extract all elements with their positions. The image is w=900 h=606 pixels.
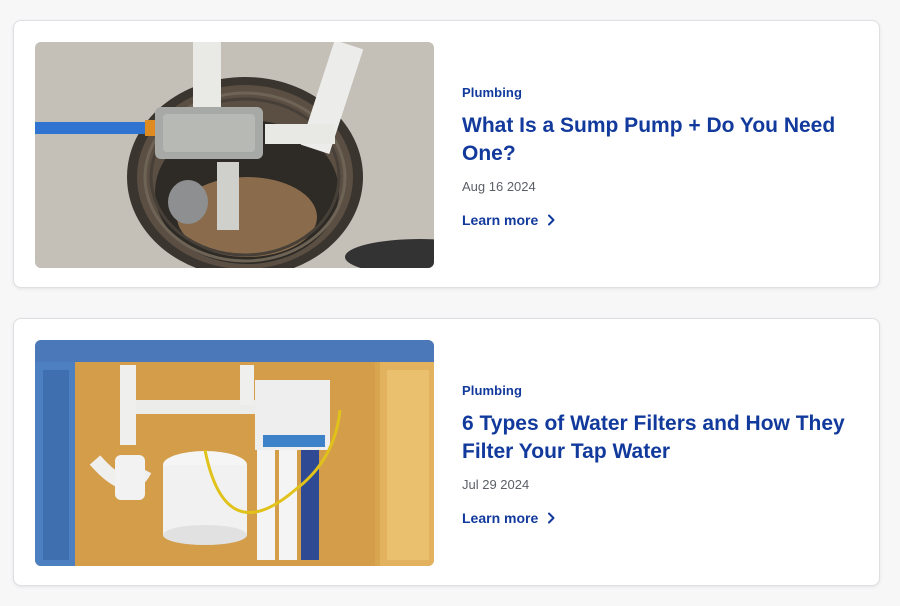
article-title[interactable]: What Is a Sump Pump + Do You Need One? bbox=[462, 112, 862, 168]
sump-pump-image[interactable] bbox=[35, 42, 434, 268]
article-category[interactable]: Plumbing bbox=[462, 85, 862, 100]
article-title[interactable]: 6 Types of Water Filters and How They Fi… bbox=[462, 410, 862, 466]
article-date: Aug 16 2024 bbox=[462, 179, 536, 194]
chevron-right-icon bbox=[548, 214, 555, 226]
water-filter-image[interactable] bbox=[35, 340, 434, 566]
learn-more-link[interactable]: Learn more bbox=[462, 510, 556, 526]
article-card[interactable]: Plumbing 6 Types of Water Filters and Ho… bbox=[13, 318, 880, 586]
learn-more-label: Learn more bbox=[462, 510, 539, 526]
article-body: Plumbing What Is a Sump Pump + Do You Ne… bbox=[462, 85, 862, 230]
learn-more-label: Learn more bbox=[462, 212, 539, 228]
article-list: Plumbing What Is a Sump Pump + Do You Ne… bbox=[0, 0, 900, 606]
learn-more-link[interactable]: Learn more bbox=[462, 212, 556, 228]
article-card[interactable]: Plumbing What Is a Sump Pump + Do You Ne… bbox=[13, 20, 880, 288]
water-filter-photo-icon bbox=[35, 340, 434, 566]
article-date: Jul 29 2024 bbox=[462, 477, 530, 492]
chevron-right-icon bbox=[548, 512, 555, 524]
article-body: Plumbing 6 Types of Water Filters and Ho… bbox=[462, 383, 862, 528]
sump-pump-photo-icon bbox=[35, 42, 434, 268]
article-category[interactable]: Plumbing bbox=[462, 383, 862, 398]
